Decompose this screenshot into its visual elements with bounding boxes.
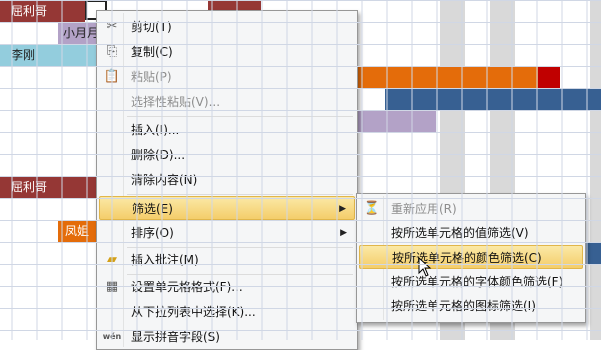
gridlines [0, 0, 601, 340]
spreadsheet-grid[interactable]: 屈利哥 小月月 李刚 屈利哥 凤姐 [0, 0, 601, 340]
